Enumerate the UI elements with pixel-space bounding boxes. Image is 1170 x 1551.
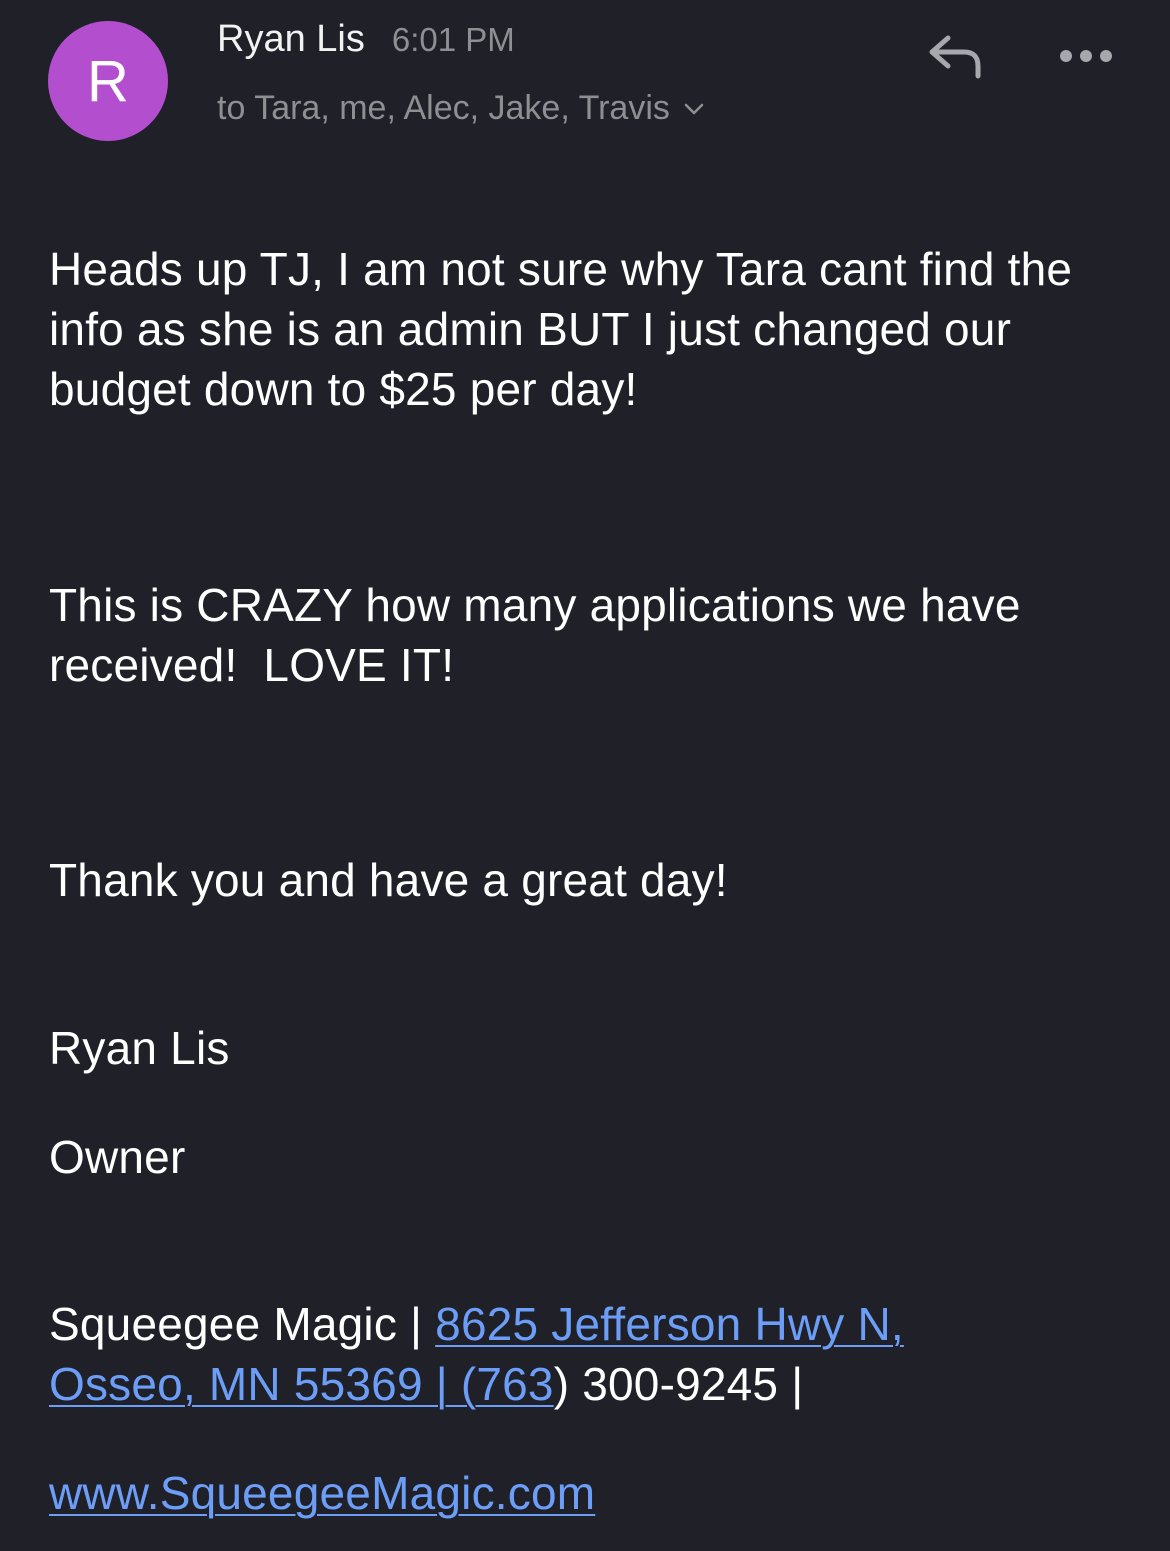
website-link[interactable]: www.SqueegeeMagic.com <box>49 1467 595 1519</box>
signature-name: Ryan Lis <box>49 1022 230 1074</box>
sender-avatar[interactable]: R <box>48 21 168 141</box>
message-paragraph-1: Heads up TJ, I am not sure why Tara cant… <box>49 243 1073 415</box>
signature-company-line: Squeegee Magic | 8625 Jefferson Hwy N, O… <box>49 1294 1009 1414</box>
recipients-text: to Tara, me, Alec, Jake, Travis <box>217 89 670 127</box>
avatar-letter: R <box>87 48 129 114</box>
email-header: R Ryan Lis 6:01 PM to Tara, me, Alec, Ja… <box>0 0 1170 160</box>
company-name: Squeegee Magic | <box>49 1298 436 1350</box>
sent-time: 6:01 PM <box>391 21 515 58</box>
signature-website: www.SqueegeeMagic.com <box>49 1463 1139 1523</box>
signature-title: Owner <box>49 1131 186 1183</box>
message-paragraph-2: This is CRAZY how many applications we h… <box>49 579 1034 691</box>
more-dots-icon <box>1058 48 1114 69</box>
phone-suffix: ) 300-9245 | <box>553 1358 804 1410</box>
sender-line: Ryan Lis 6:01 PM <box>217 18 515 61</box>
message-paragraph-3: Thank you and have a great day! <box>49 854 728 906</box>
reply-arrow-icon <box>924 32 986 85</box>
sender-name[interactable]: Ryan Lis <box>217 18 365 61</box>
recipients-toggle[interactable]: to Tara, me, Alec, Jake, Travis <box>217 89 704 128</box>
reply-button[interactable] <box>920 30 990 86</box>
chevron-down-icon <box>684 102 704 116</box>
more-options-button[interactable] <box>1055 38 1117 78</box>
